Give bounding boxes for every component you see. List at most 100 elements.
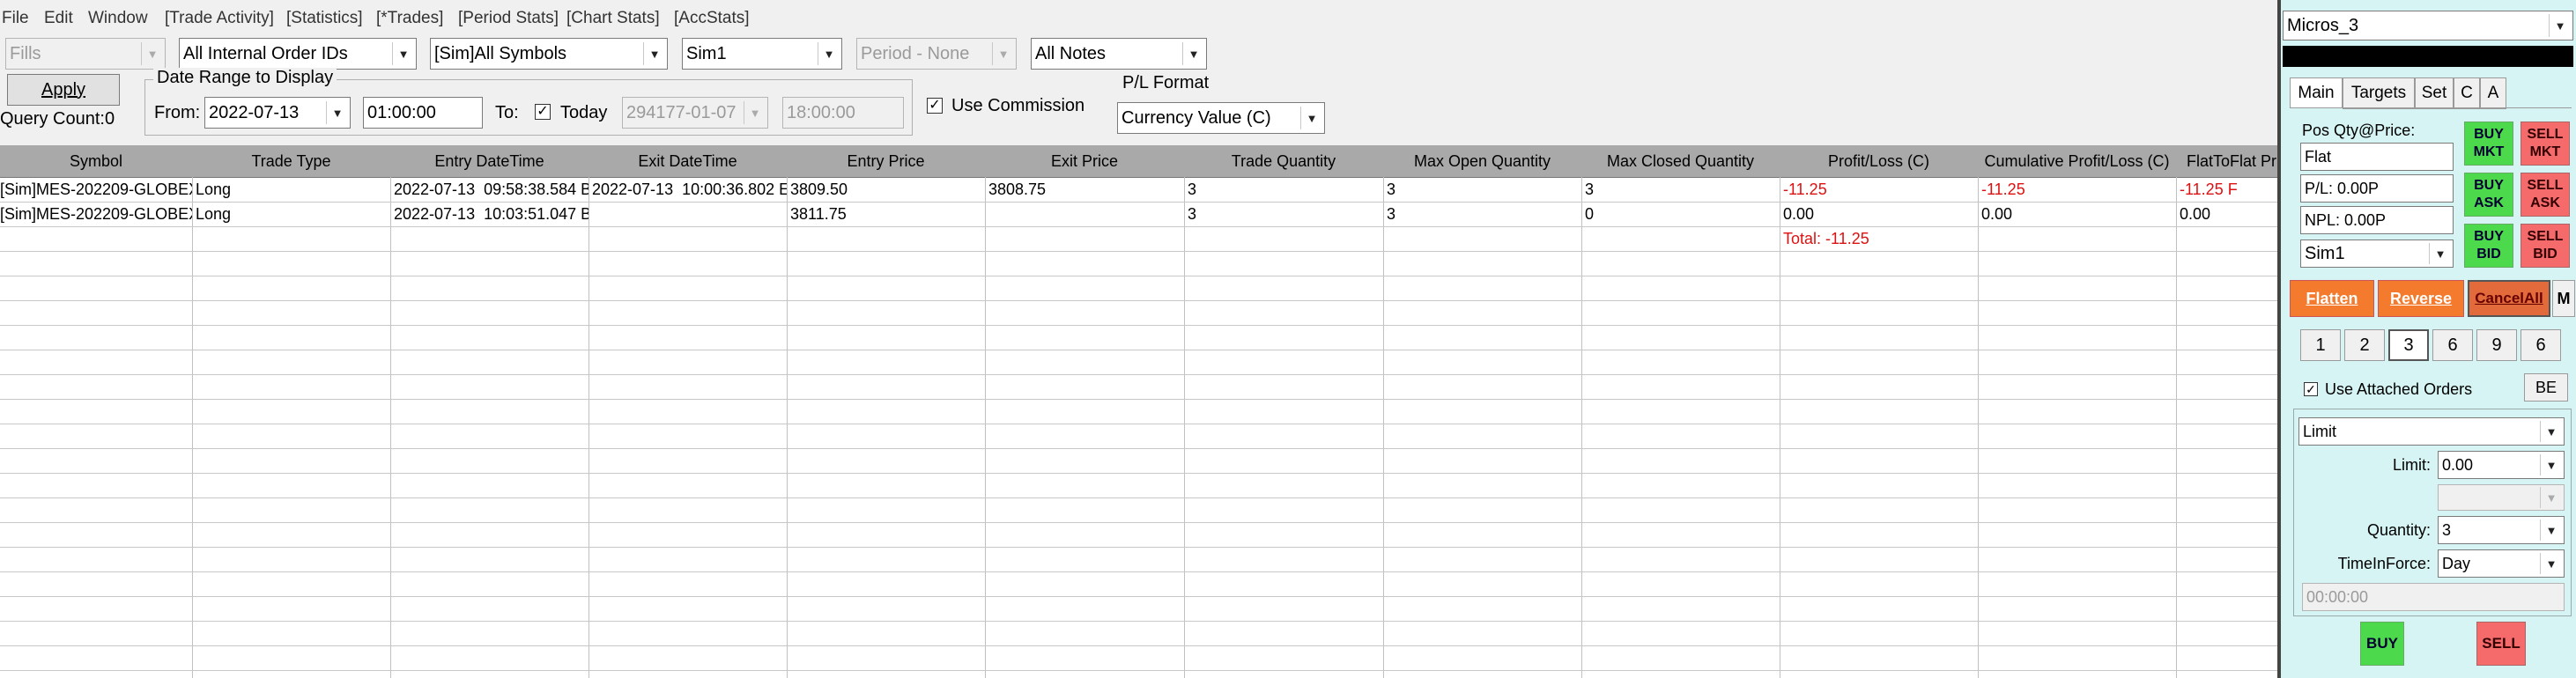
cell-entry-datetime: 2022-07-13 10:03:51.047 BP (394, 205, 588, 223)
m-button[interactable]: M (2552, 280, 2575, 317)
symbols-select[interactable]: [Sim]All Symbols ▼ (430, 38, 668, 70)
limit-price-input[interactable]: 0.00 ▼ (2438, 451, 2565, 479)
col-header-entry-price[interactable]: Entry Price (787, 145, 986, 178)
notes-select[interactable]: All Notes ▼ (1031, 38, 1207, 70)
trade-window-panel: Micros_3 ▼ Main Targets Set C A Pos Qty@… (2277, 0, 2576, 678)
col-header-flattoflat[interactable]: FlatToFlat Pr (2176, 145, 2277, 178)
chevron-down-icon: ▼ (2549, 14, 2571, 37)
flatten-button[interactable]: Flatten (2290, 280, 2374, 317)
sell-bid-button[interactable]: SELL BID (2520, 224, 2570, 268)
buy-button[interactable]: BUY (2360, 622, 2404, 666)
apply-label: Apply (41, 79, 86, 99)
order-ids-select[interactable]: All Internal Order IDs ▼ (179, 38, 417, 70)
cell-entry-datetime: 2022-07-13 09:58:38.584 BP (394, 181, 588, 198)
symbols-value: [Sim]All Symbols (434, 43, 567, 63)
buy-mkt-button[interactable]: BUY MKT (2464, 122, 2513, 166)
cell-max-closed-quantity: 0 (1585, 205, 1595, 223)
panel-account-select[interactable]: Sim1 ▼ (2300, 240, 2454, 268)
account-value: Sim1 (686, 43, 727, 63)
pos-qty-label: Pos Qty@Price: (2302, 122, 2416, 139)
fills-select[interactable]: Fills ▼ (5, 38, 166, 70)
pl-format-value: Currency Value (C) (1121, 107, 1271, 128)
col-header-exit-price[interactable]: Exit Price (985, 145, 1185, 178)
col-header-entry-datetime[interactable]: Entry DateTime (390, 145, 589, 178)
to-date-value: 294177-01-07 (626, 102, 737, 122)
menu-trade-activity[interactable]: [Trade Activity] (165, 9, 274, 28)
tab-a[interactable]: A (2480, 77, 2506, 109)
to-label: To: (495, 103, 519, 122)
tif-label: TimeInForce: (2337, 555, 2431, 572)
cell-trade-quantity: 3 (1188, 181, 1197, 198)
qty-button-6[interactable]: 6 (2520, 329, 2561, 361)
menu-statistics[interactable]: [Statistics] (286, 9, 363, 28)
col-header-profit-loss[interactable]: Profit/Loss (C) (1780, 145, 1979, 178)
secondary-price-input[interactable]: ▼ (2438, 484, 2565, 511)
limit-label: Limit: (2392, 456, 2431, 474)
to-time-input[interactable]: 18:00:00 (782, 97, 904, 129)
account-select[interactable]: Sim1 ▼ (682, 38, 842, 70)
tab-set[interactable]: Set (2415, 77, 2454, 109)
cell-entry-price: 3811.75 (790, 205, 847, 223)
apply-button[interactable]: Apply (7, 74, 120, 106)
col-header-trade-type[interactable]: Trade Type (192, 145, 391, 178)
menu-window[interactable]: Window (88, 9, 148, 28)
tab-targets[interactable]: Targets (2343, 77, 2415, 109)
from-time-input[interactable]: 01:00:00 (363, 97, 483, 129)
to-time-value: 18:00:00 (787, 102, 855, 122)
cell-flattoflat: 0.00 (2180, 205, 2211, 223)
col-header-exit-datetime[interactable]: Exit DateTime (588, 145, 788, 178)
position-value: Flat (2300, 143, 2454, 171)
menu-file[interactable]: File (2, 9, 29, 28)
menu-chart-stats[interactable]: [Chart Stats] (566, 9, 660, 28)
qty-button-5[interactable]: 9 (2476, 329, 2517, 361)
qty-button-3[interactable]: 3 (2388, 329, 2429, 361)
menu-acc-stats[interactable]: [AccStats] (674, 9, 750, 28)
symbol-select[interactable]: Micros_3 ▼ (2283, 11, 2573, 41)
to-date-picker[interactable]: 294177-01-07 ▼ (622, 97, 768, 129)
status-bar (2283, 46, 2573, 67)
menu-period-stats[interactable]: [Period Stats] (458, 9, 559, 28)
pl-format-label: P/L Format (1122, 73, 1210, 92)
col-header-symbol[interactable]: Symbol (0, 145, 193, 178)
cell-exit-datetime (588, 202, 787, 226)
qty-button-4[interactable]: 6 (2432, 329, 2473, 361)
col-header-max-open-quantity[interactable]: Max Open Quantity (1383, 145, 1582, 178)
col-header-cumulative-profit-loss[interactable]: Cumulative Profit/Loss (C) (1978, 145, 2177, 178)
menu-trades[interactable]: [*Trades] (376, 9, 443, 28)
buy-bid-button[interactable]: BUY BID (2464, 224, 2513, 268)
use-attached-orders-checkbox[interactable]: ✓ (2304, 382, 2318, 396)
qty-button-2[interactable]: 2 (2344, 329, 2385, 361)
use-commission-checkbox[interactable]: ✓ (927, 98, 943, 114)
today-checkbox[interactable]: ✓ (535, 104, 551, 120)
sell-mkt-button[interactable]: SELL MKT (2520, 122, 2570, 166)
sell-button[interactable]: SELL (2476, 622, 2526, 666)
quantity-input[interactable]: 3 ▼ (2438, 516, 2565, 544)
buy-ask-button[interactable]: BUY ASK (2464, 173, 2513, 217)
chevron-down-icon: ▼ (1300, 107, 1322, 129)
pl-format-select[interactable]: Currency Value (C) ▼ (1117, 102, 1325, 134)
cell-exit-price (985, 202, 1184, 226)
tab-c[interactable]: C (2454, 77, 2480, 109)
reverse-button[interactable]: Reverse (2378, 280, 2464, 317)
chevron-down-icon: ▼ (2429, 243, 2451, 264)
from-label: From: (154, 103, 201, 122)
from-date-value: 2022-07-13 (209, 102, 300, 122)
chevron-down-icon: ▼ (643, 42, 665, 65)
qty-button-1[interactable]: 1 (2300, 329, 2341, 361)
cancel-all-button[interactable]: CancelAll (2468, 280, 2550, 317)
tab-main[interactable]: Main (2290, 77, 2343, 108)
time-input[interactable]: 00:00:00 (2302, 583, 2565, 611)
tif-select[interactable]: Day ▼ (2438, 549, 2565, 578)
period-select[interactable]: Period - None ▼ (856, 38, 1017, 70)
be-button[interactable]: BE (2524, 373, 2568, 402)
col-header-max-closed-quantity[interactable]: Max Closed Quantity (1581, 145, 1780, 178)
order-type-select[interactable]: Limit ▼ (2298, 417, 2565, 446)
col-header-trade-quantity[interactable]: Trade Quantity (1184, 145, 1384, 178)
from-date-picker[interactable]: 2022-07-13 ▼ (204, 97, 351, 129)
menu-edit[interactable]: Edit (44, 9, 73, 28)
pl-value: P/L: 0.00P (2300, 174, 2454, 203)
sell-ask-button[interactable]: SELL ASK (2520, 173, 2570, 217)
cell-exit-datetime: 2022-07-13 10:00:36.802 EP (592, 181, 787, 198)
npl-value: NPL: 0.00P (2300, 206, 2454, 234)
tab-strip: Main Targets Set C A (2290, 77, 2572, 109)
